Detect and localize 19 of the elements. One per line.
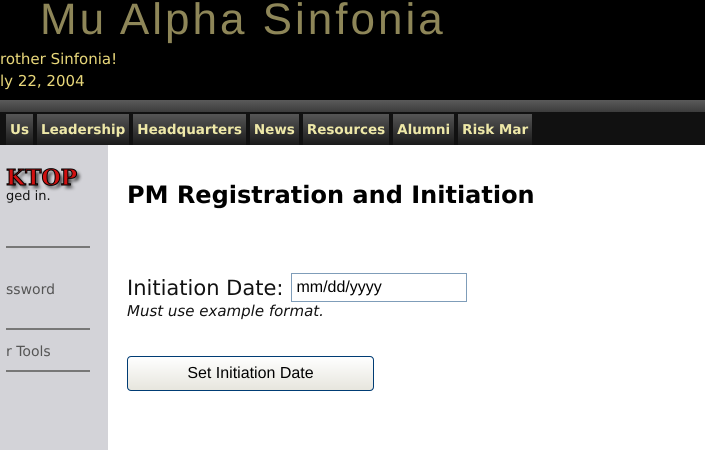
login-status: ged in. — [5, 189, 52, 204]
site-title: Mu Alpha Sinfonia — [40, 0, 447, 44]
nav-tab[interactable]: Resources — [302, 114, 390, 145]
nav-tab[interactable]: Headquarters — [133, 114, 246, 145]
page-heading: PM Registration and Initiation — [127, 181, 536, 209]
sidebar-link[interactable]: ssword — [0, 282, 108, 298]
nav-tab[interactable]: Leadership — [37, 114, 130, 145]
date-input[interactable]: mm/dd/yyyy — [291, 273, 468, 302]
nav-tab[interactable]: News — [250, 114, 299, 145]
welcome-text: rother Sinfonia! — [0, 49, 118, 70]
sidebar-link[interactable]: r Tools — [0, 344, 108, 360]
nav-tab[interactable]: Us — [6, 114, 33, 145]
set-date-button[interactable]: Set Initiation Date — [127, 356, 374, 391]
nav-tab[interactable]: Risk Mar — [458, 114, 532, 145]
format-hint: Must use example format. — [127, 302, 325, 320]
field-label: Initiation Date: — [127, 276, 284, 300]
date-text: ly 22, 2004 — [0, 71, 86, 92]
nav-tab[interactable]: Alumni — [393, 114, 454, 145]
logo: KTOP — [5, 167, 78, 189]
